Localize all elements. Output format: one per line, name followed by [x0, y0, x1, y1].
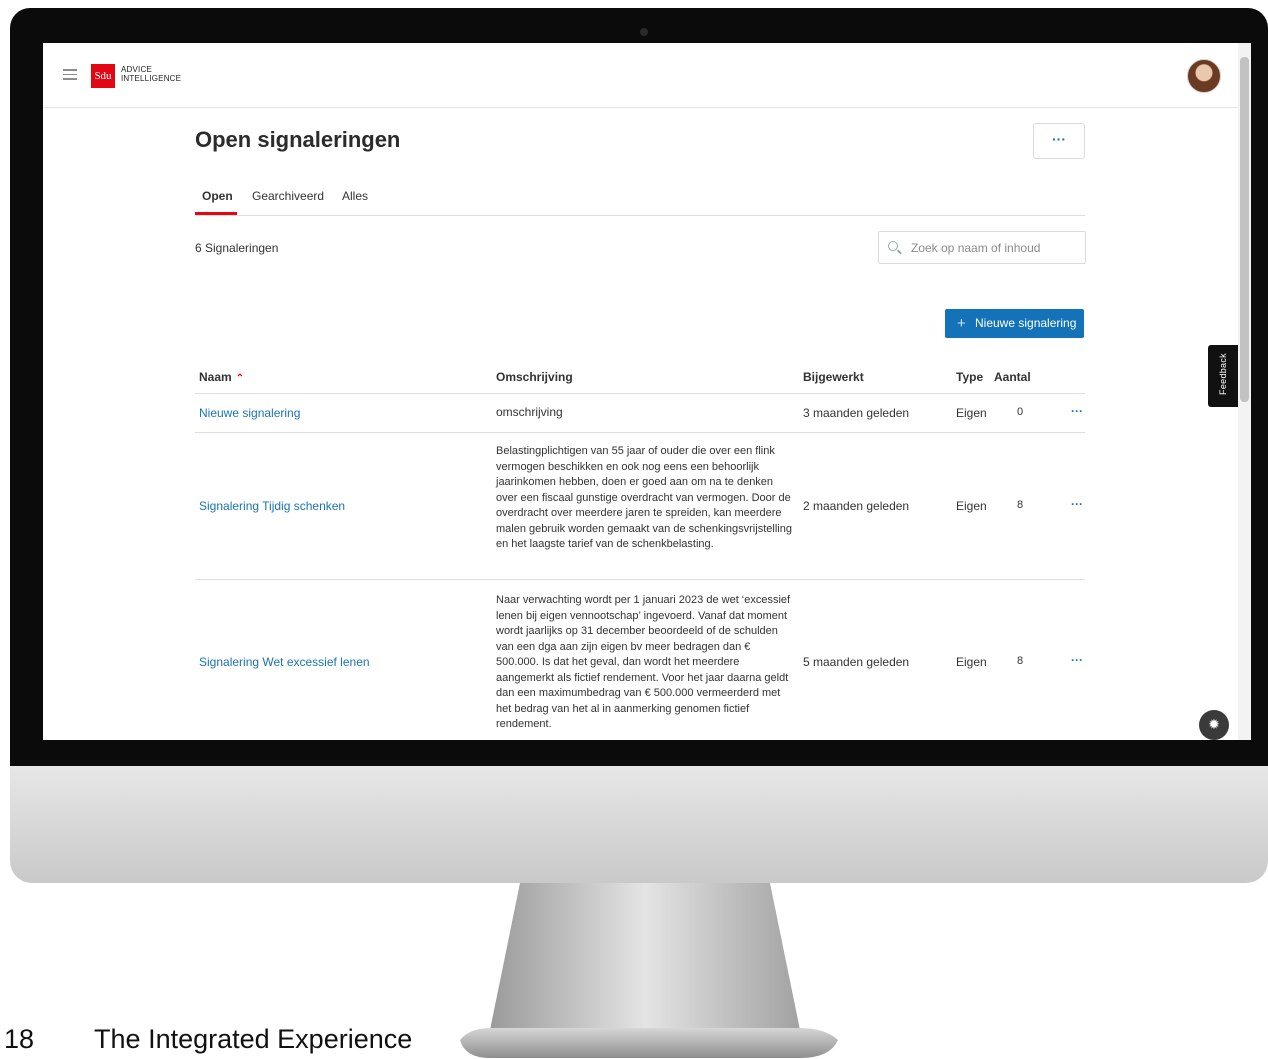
count-cell: 8 — [1017, 655, 1024, 667]
signalering-name-link[interactable]: Signalering Wet excessief lenen — [199, 655, 370, 669]
row-more-button[interactable]: ··· — [1071, 404, 1083, 418]
footer-title: The Integrated Experience — [94, 1024, 413, 1054]
column-header-name[interactable]: Naam ⌃ — [199, 370, 244, 384]
tab-gearchiveerd[interactable]: Gearchiveerd — [252, 189, 324, 203]
page-more-button[interactable]: ··· — [1033, 123, 1085, 159]
new-signalering-label: Nieuwe signalering — [975, 316, 1077, 330]
row-more-button[interactable]: ··· — [1071, 497, 1083, 511]
updated-cell: 5 maanden geleden — [803, 655, 910, 669]
column-header-name-label: Naam — [199, 370, 232, 384]
top-bar: Sdu ADVICE INTELLIGENCE — [43, 43, 1251, 108]
type-cell: Eigen — [956, 655, 987, 669]
user-avatar[interactable] — [1187, 59, 1221, 93]
tab-bar: Open Gearchiveerd Alles — [195, 177, 1085, 216]
page-number: 18 — [4, 1024, 35, 1054]
plus-icon: + — [957, 315, 966, 332]
search-input[interactable] — [909, 237, 1083, 259]
updated-cell: 2 maanden geleden — [803, 499, 910, 513]
type-cell: Eigen — [956, 499, 987, 513]
table-header: Naam ⌃ Omschrijving Bijgewerkt Type Aanta… — [195, 365, 1085, 394]
table-row: Signalering Wet excessief lenen Naar ver… — [195, 580, 1085, 740]
search-icon — [888, 241, 898, 251]
sort-ascending-icon[interactable]: ⌃ — [236, 373, 244, 384]
hamburger-menu-icon[interactable] — [63, 69, 77, 80]
app-name-line2: INTELLIGENCE — [121, 74, 182, 83]
search-box — [878, 231, 1086, 264]
tab-alles[interactable]: Alles — [342, 189, 368, 203]
signalering-name-link[interactable]: Signalering Tijdig schenken — [199, 499, 345, 513]
type-cell: Eigen — [956, 406, 987, 420]
signalering-description: Naar verwachting wordt per 1 januari 202… — [496, 594, 791, 730]
column-header-description[interactable]: Omschrijving — [496, 370, 573, 384]
result-count: 6 Signaleringen — [195, 241, 279, 255]
sdu-logo[interactable]: Sdu — [91, 64, 115, 88]
column-header-updated[interactable]: Bijgewerkt — [803, 370, 864, 384]
app-name-line1: ADVICE — [121, 65, 152, 74]
feedback-label: Feedback — [1218, 353, 1228, 395]
app-name: ADVICE INTELLIGENCE — [121, 65, 181, 83]
tab-open[interactable]: Open — [202, 189, 233, 203]
fingerprint-icon[interactable]: ✹ — [1199, 710, 1229, 740]
document-footer: 18 The Integrated Experience — [4, 1024, 412, 1055]
signalering-description: omschrijving — [496, 405, 563, 419]
new-signalering-button[interactable]: + Nieuwe signalering — [945, 309, 1084, 338]
scrollbar-thumb[interactable] — [1240, 57, 1249, 402]
signalering-description: Belastingplichtigen van 55 jaar of ouder… — [496, 445, 792, 550]
signalering-name-link[interactable]: Nieuwe signalering — [199, 406, 300, 420]
column-header-type[interactable]: Type — [956, 370, 983, 384]
updated-cell: 3 maanden geleden — [803, 406, 910, 420]
screen: Sdu ADVICE INTELLIGENCE Open signalering… — [43, 43, 1251, 740]
table-row: Nieuwe signalering omschrijving 3 maande… — [195, 394, 1085, 433]
table-row: Signalering Tijdig schenken Belastingpli… — [195, 433, 1085, 580]
page-title: Open signaleringen — [195, 127, 401, 152]
active-tab-indicator — [195, 212, 237, 215]
row-more-button[interactable]: ··· — [1071, 653, 1083, 667]
count-cell: 0 — [1017, 406, 1024, 418]
feedback-tab[interactable]: Feedback — [1208, 345, 1238, 407]
column-header-count[interactable]: Aantal — [994, 370, 1031, 384]
count-cell: 8 — [1017, 499, 1024, 511]
